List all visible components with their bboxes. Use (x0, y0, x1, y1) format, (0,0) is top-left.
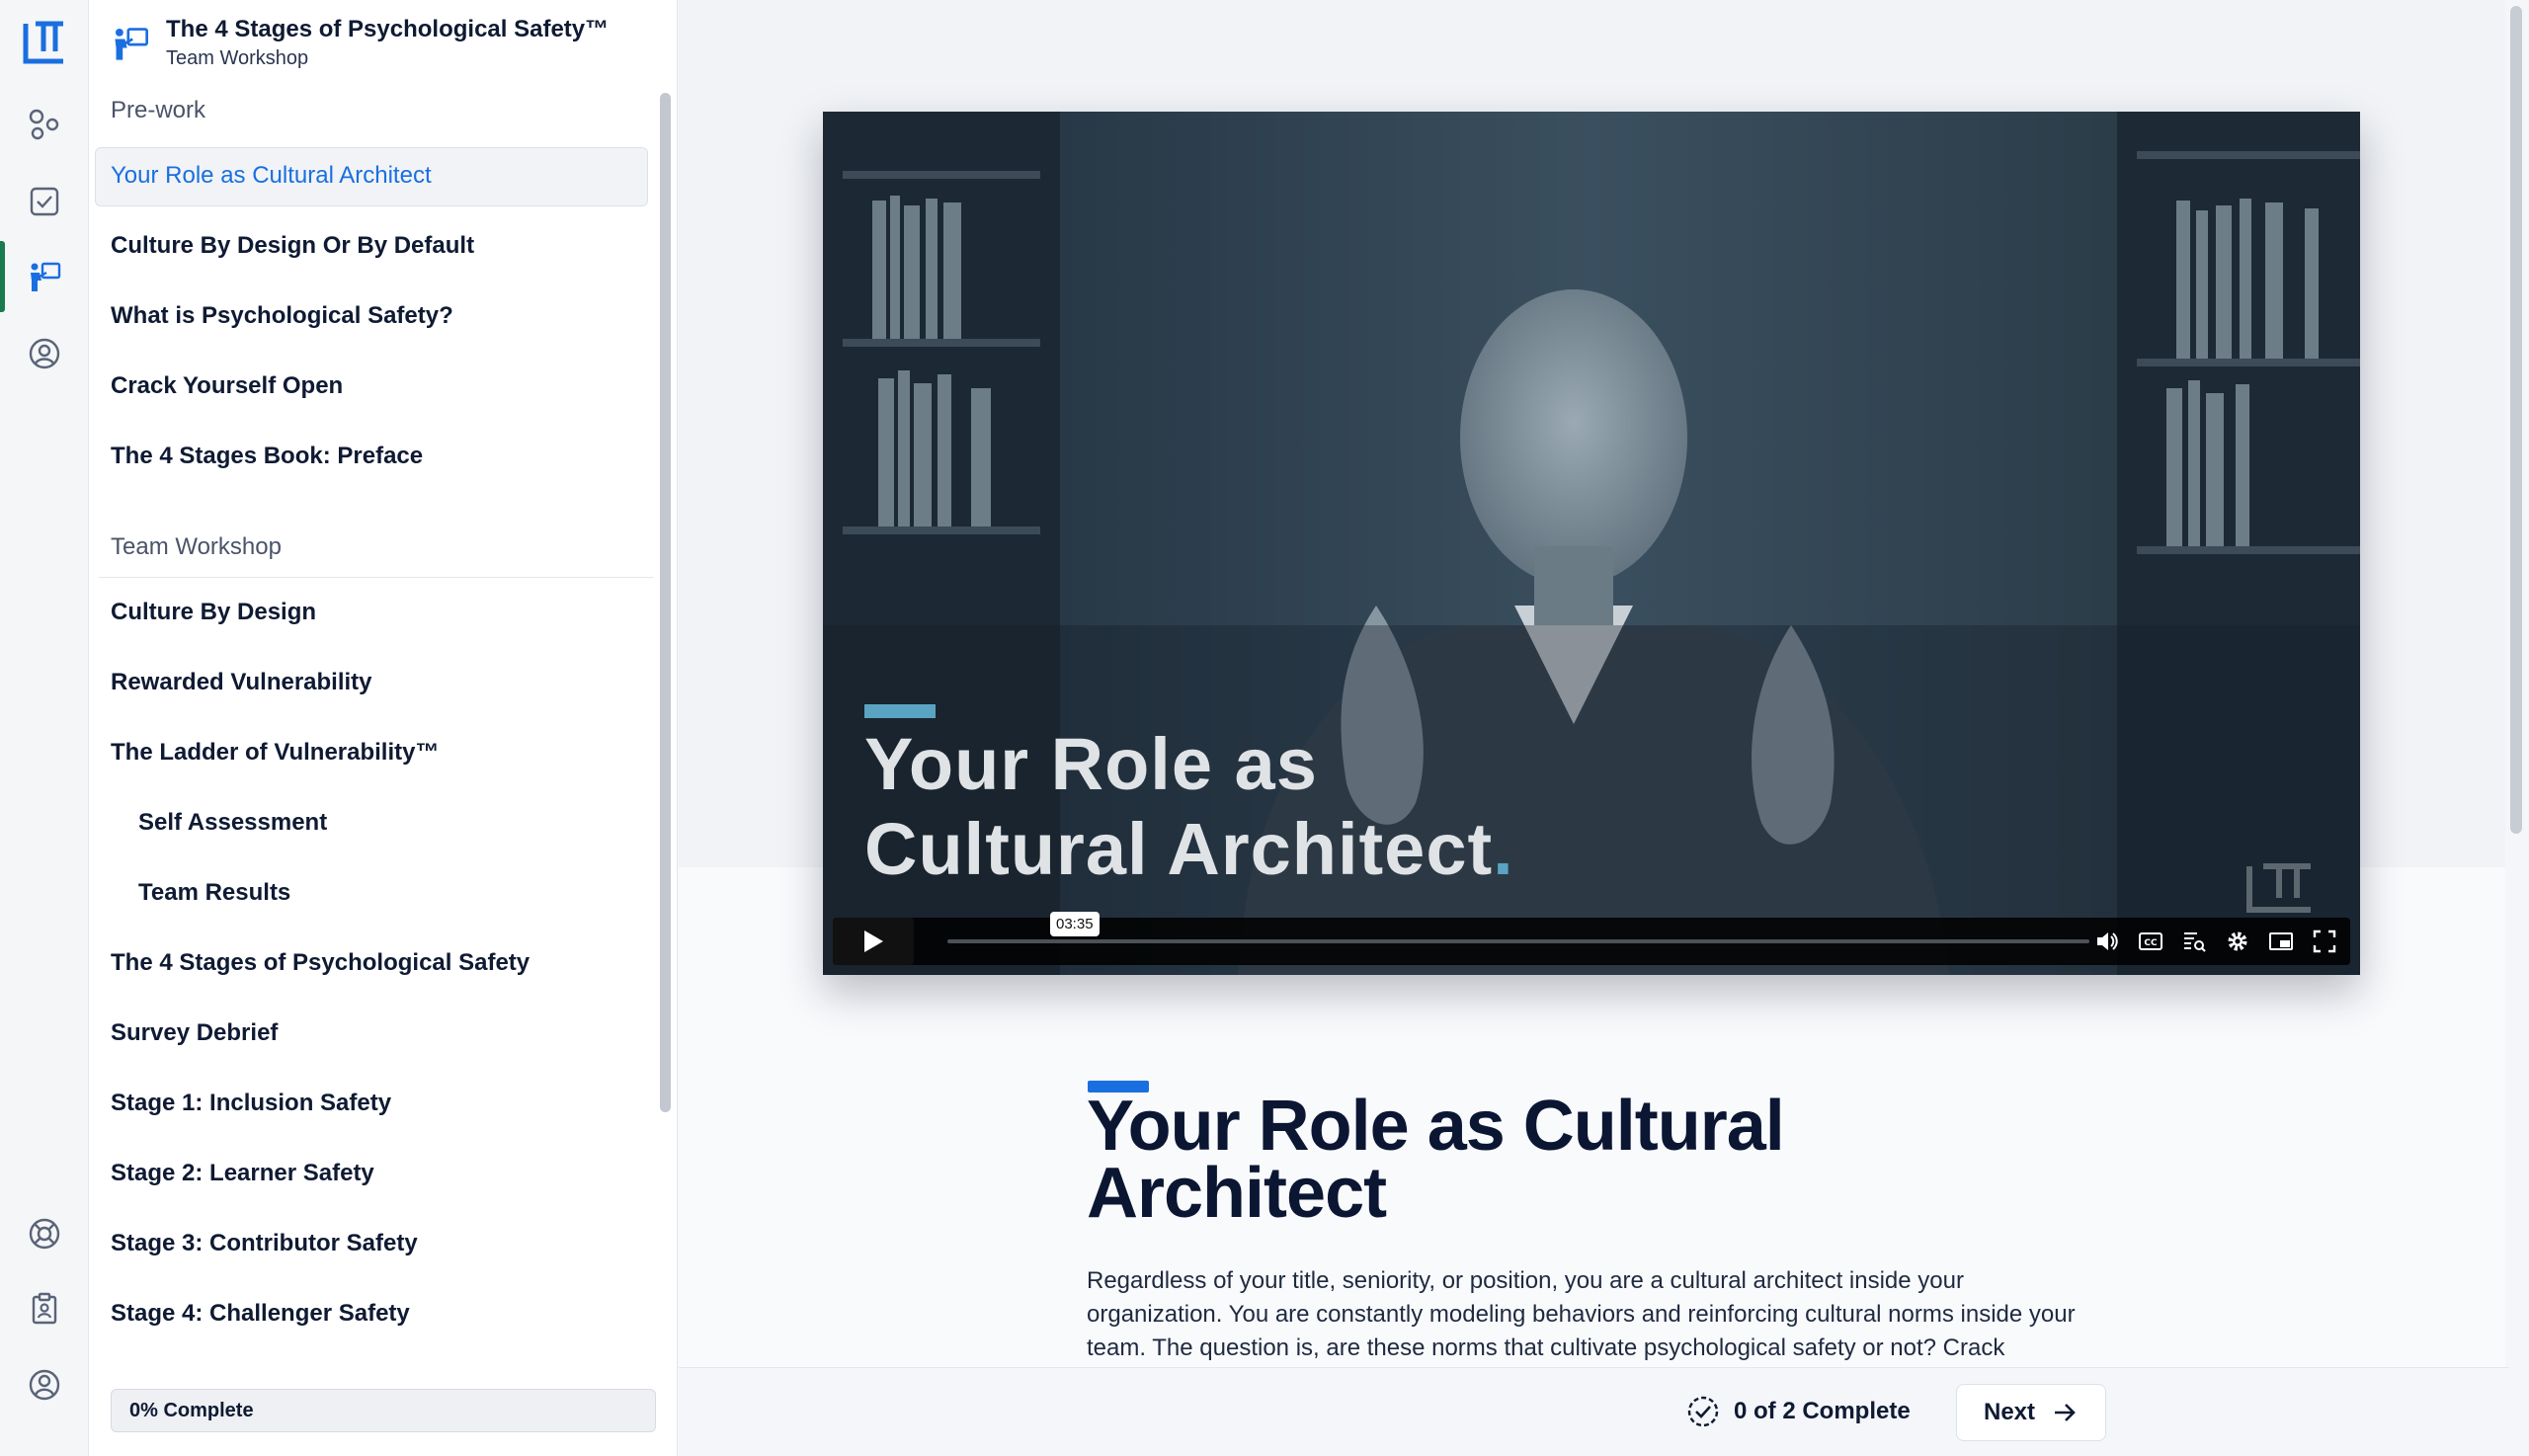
next-button-label: Next (1983, 1399, 2036, 1425)
profile-icon[interactable] (25, 1365, 64, 1405)
video-title-dot: . (1493, 808, 1514, 890)
lesson-list[interactable]: Pre-work Your Role as Cultural Architect… (89, 91, 662, 1365)
clipboard-user-icon[interactable] (25, 1289, 64, 1329)
course-header: The 4 Stages of Psychological Safety™ Te… (89, 0, 678, 91)
lesson-rewarded-vulnerability[interactable]: Rewarded Vulnerability (111, 669, 372, 696)
lesson-team-results[interactable]: Team Results (138, 879, 290, 907)
icon-rail (0, 0, 89, 1456)
completion-count: 0 of 2 Complete (1734, 1398, 1911, 1424)
video-title-line1: Your Role as (864, 723, 1318, 805)
checklist-icon[interactable] (25, 182, 64, 221)
video-title-accent (864, 704, 936, 718)
page-scrollbar[interactable] (2510, 6, 2522, 834)
course-progress-bar: 0% Complete (111, 1389, 656, 1432)
lesson-content: Your Role as Cultural Architect. 03:35 C… (679, 0, 2509, 1367)
video-time-tooltip: 03:35 (1050, 912, 1100, 936)
presentation-icon[interactable] (25, 257, 64, 296)
ltt-logo-icon[interactable] (22, 20, 67, 65)
active-indicator (0, 241, 5, 312)
lesson-stage-4-challenger-safety[interactable]: Stage 4: Challenger Safety (111, 1300, 410, 1328)
arrow-right-icon (2055, 1404, 2076, 1421)
course-progress-label: 0% Complete (129, 1400, 254, 1421)
lesson-survey-debrief[interactable]: Survey Debrief (111, 1019, 278, 1047)
shapes-icon[interactable] (25, 105, 64, 144)
user-circle-icon[interactable] (25, 334, 64, 373)
lesson-culture-by-design[interactable]: Culture By Design (111, 599, 316, 626)
video-progress-track[interactable]: 03:35 (947, 912, 2089, 943)
lesson-your-role-as-cultural-architect[interactable]: Your Role as Cultural Architect (111, 162, 432, 190)
fullscreen-icon[interactable] (2311, 928, 2338, 955)
video-title-line2: Cultural Architect (864, 808, 1494, 890)
volume-icon[interactable] (2093, 928, 2121, 955)
course-subtitle: Team Workshop (166, 47, 309, 69)
lesson-the-4-stages-of-psychological-safety[interactable]: The 4 Stages of Psychological Safety (111, 949, 530, 977)
lesson-stage-2-learner-safety[interactable]: Stage 2: Learner Safety (111, 1160, 374, 1187)
lesson-stage-1-inclusion-safety[interactable]: Stage 1: Inclusion Safety (111, 1090, 391, 1117)
presentation-icon (115, 28, 148, 60)
lesson-description: Regardless of your title, seniority, or … (1087, 1267, 2076, 1361)
closed-captions-icon[interactable]: CC (2137, 928, 2164, 955)
lesson-stage-3-contributor-safety[interactable]: Stage 3: Contributor Safety (111, 1230, 418, 1257)
course-sidebar: The 4 Stages of Psychological Safety™ Te… (89, 0, 678, 1456)
watermark-logo-icon (2246, 863, 2311, 913)
video-controls: 03:35 CC (833, 912, 2350, 965)
lesson-title: Your Role as Cultural Architect (1087, 1087, 1785, 1233)
section-label-pre-work: Pre-work (111, 97, 206, 123)
lesson-culture-by-design-or-by-default[interactable]: Culture By Design Or By Default (111, 232, 474, 260)
course-title: The 4 Stages of Psychological Safety™ (166, 16, 610, 42)
video-player[interactable]: Your Role as Cultural Architect. 03:35 C… (823, 112, 2360, 975)
video-control-icons: CC (2093, 928, 2338, 955)
transcript-search-icon[interactable] (2180, 928, 2208, 955)
lesson-crack-yourself-open[interactable]: Crack Yourself Open (111, 372, 343, 400)
lesson-the-ladder-of-vulnerability[interactable]: The Ladder of Vulnerability™ (111, 739, 439, 767)
lesson-footer: 0 of 2 Complete Next (679, 1367, 2509, 1456)
lifebuoy-icon[interactable] (25, 1214, 64, 1254)
picture-in-picture-icon[interactable] (2267, 928, 2295, 955)
section-label-team-workshop: Team Workshop (111, 533, 282, 560)
next-button[interactable]: Next (1956, 1384, 2106, 1441)
svg-text:CC: CC (2144, 938, 2158, 948)
lesson-what-is-psychological-safety[interactable]: What is Psychological Safety? (111, 302, 453, 330)
lesson-self-assessment[interactable]: Self Assessment (138, 809, 327, 837)
lesson-the-4-stages-book-preface[interactable]: The 4 Stages Book: Preface (111, 443, 423, 470)
play-button[interactable] (833, 918, 914, 965)
sidebar-scrollbar[interactable] (660, 93, 671, 1112)
video-title-overlay: Your Role as Cultural Architect. (864, 722, 1514, 892)
play-icon (864, 930, 883, 952)
section-divider (99, 577, 654, 578)
settings-gear-icon[interactable] (2224, 928, 2251, 955)
completion-check-icon (1687, 1396, 1719, 1427)
